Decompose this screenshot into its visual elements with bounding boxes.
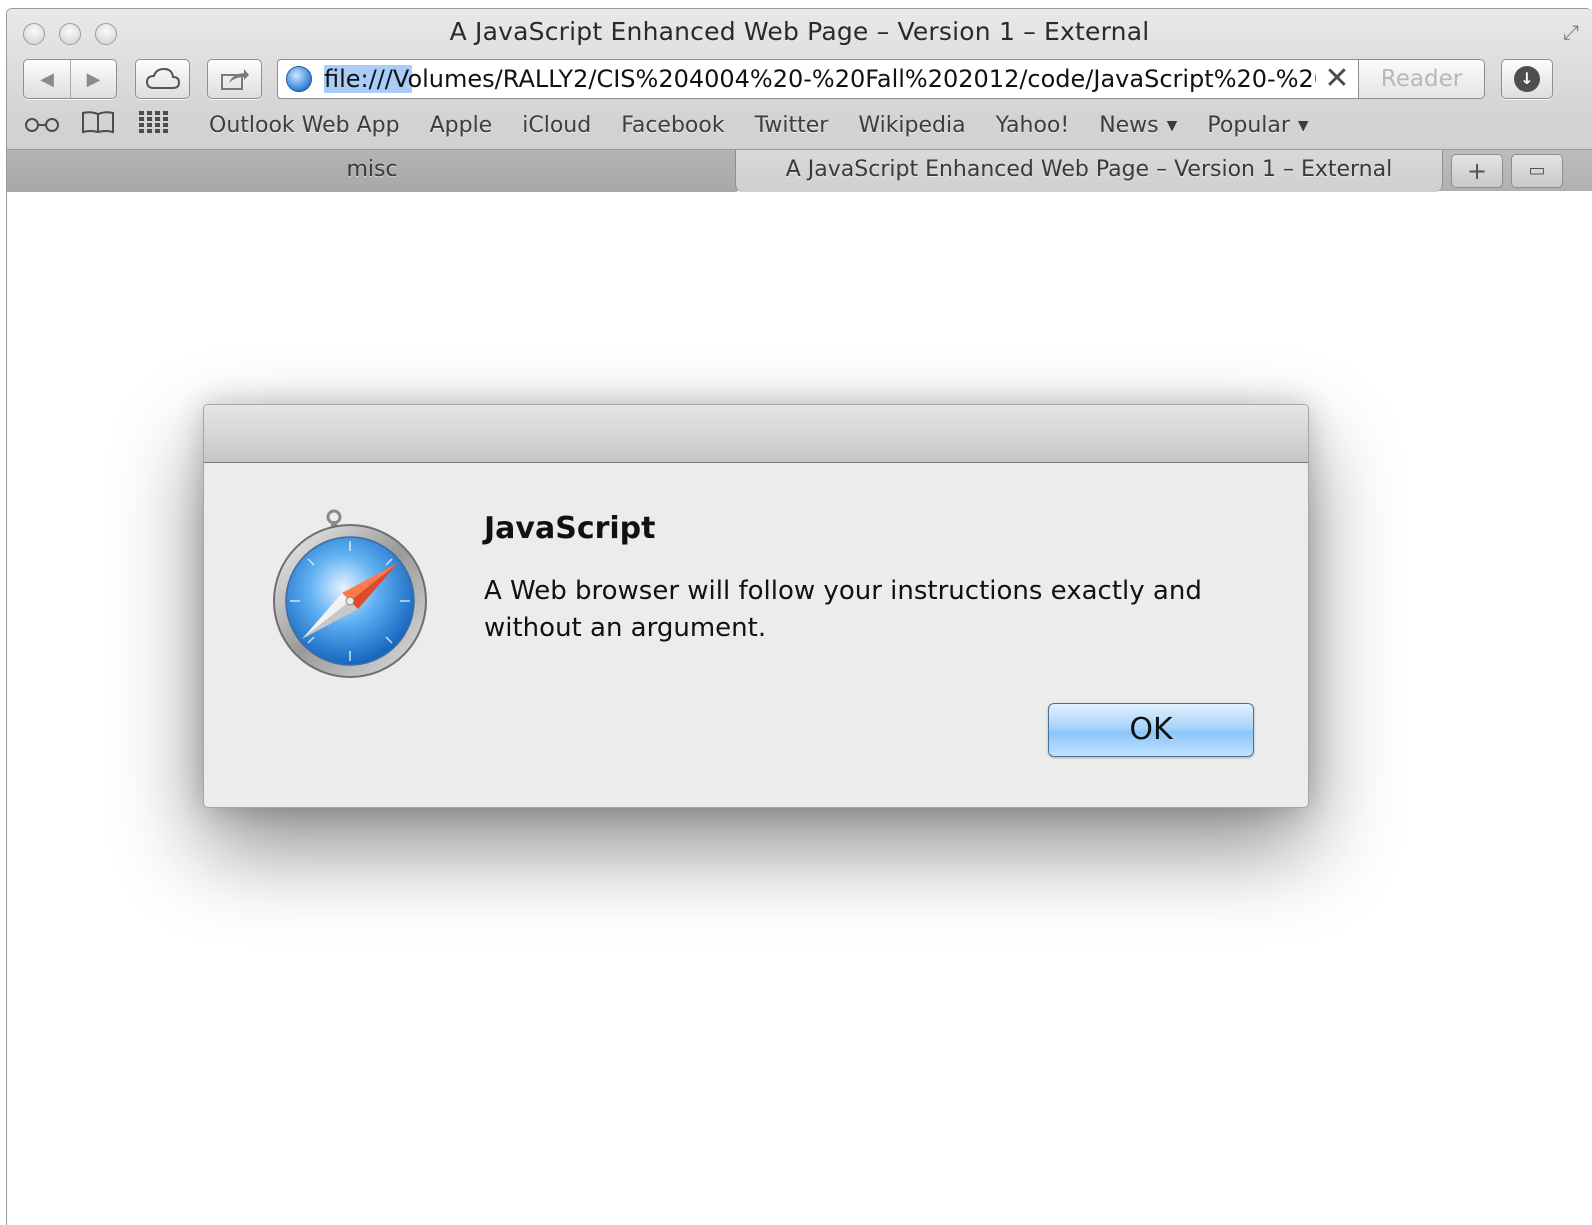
- stop-loading-icon[interactable]: ✕: [1316, 60, 1358, 98]
- bookmark-facebook[interactable]: Facebook: [621, 113, 724, 138]
- bookmark-icloud[interactable]: iCloud: [522, 113, 591, 138]
- bookmarks-bar: Outlook Web App Apple iCloud Facebook Tw…: [7, 107, 1592, 143]
- chevron-down-icon: ▼: [1166, 117, 1178, 134]
- address-bar[interactable]: file:///Volumes/RALLY2/CIS%204004%20-%20…: [277, 59, 1359, 99]
- reader-button[interactable]: Reader: [1359, 59, 1485, 99]
- share-button[interactable]: [207, 59, 262, 99]
- page-content: JavaScript A Web browser will follow you…: [7, 192, 1592, 1225]
- cloud-icon: [145, 68, 180, 89]
- url-text[interactable]: file:///Volumes/RALLY2/CIS%204004%20-%20…: [324, 65, 1316, 93]
- window-title: A JavaScript Enhanced Web Page – Version…: [449, 17, 1150, 46]
- bookmark-twitter[interactable]: Twitter: [755, 113, 829, 138]
- tab-misc[interactable]: misc: [7, 150, 737, 192]
- bookmark-outlook-web-app[interactable]: Outlook Web App: [209, 113, 400, 138]
- bookmark-folder-label: News: [1099, 112, 1159, 138]
- tab-bar: misc A JavaScript Enhanced Web Page – Ve…: [7, 149, 1592, 192]
- safari-compass-icon: [273, 509, 427, 678]
- reading-list-icon[interactable]: [21, 113, 63, 138]
- top-sites-grid-icon[interactable]: [133, 111, 175, 139]
- downloads-button[interactable]: ↓: [1501, 59, 1553, 99]
- bookmarks-icon[interactable]: [77, 110, 119, 140]
- javascript-alert-dialog: JavaScript A Web browser will follow you…: [203, 404, 1309, 808]
- share-icon: [220, 69, 249, 90]
- dialog-title: JavaScript: [484, 511, 656, 546]
- bookmark-folder-popular[interactable]: Popular ▼: [1207, 113, 1308, 138]
- forward-arrow-icon[interactable]: ▶: [69, 60, 116, 98]
- globe-icon: [286, 66, 312, 92]
- back-forward-group: ◀ ▶: [23, 59, 117, 99]
- fullscreen-icon[interactable]: ⤢: [1558, 19, 1584, 45]
- bookmark-wikipedia[interactable]: Wikipedia: [858, 113, 965, 138]
- tab-overview-icon[interactable]: ▭: [1511, 154, 1563, 188]
- chevron-down-icon: ▼: [1297, 117, 1309, 134]
- dialog-message: A Web browser will follow your instructi…: [484, 576, 1202, 643]
- dialog-title-bar: [204, 405, 1308, 463]
- ok-button[interactable]: OK: [1048, 703, 1254, 757]
- browser-window: A JavaScript Enhanced Web Page – Version…: [6, 8, 1592, 1225]
- back-arrow-icon[interactable]: ◀: [24, 60, 70, 98]
- toolbar: ◀ ▶ file:///Volumes/RALLY2/CIS%204004%20…: [7, 57, 1592, 101]
- icloud-tabs-button[interactable]: [135, 59, 190, 99]
- bookmark-folder-label: Popular: [1207, 112, 1290, 138]
- downloads-icon: ↓: [1514, 66, 1540, 92]
- bookmark-folder-news[interactable]: News ▼: [1099, 113, 1177, 138]
- browser-chrome: A JavaScript Enhanced Web Page – Version…: [7, 9, 1592, 192]
- new-tab-plus-icon[interactable]: +: [1451, 154, 1503, 188]
- bookmark-apple[interactable]: Apple: [430, 113, 493, 138]
- bookmark-yahoo[interactable]: Yahoo!: [996, 113, 1070, 138]
- tab-active-page[interactable]: A JavaScript Enhanced Web Page – Version…: [735, 150, 1443, 192]
